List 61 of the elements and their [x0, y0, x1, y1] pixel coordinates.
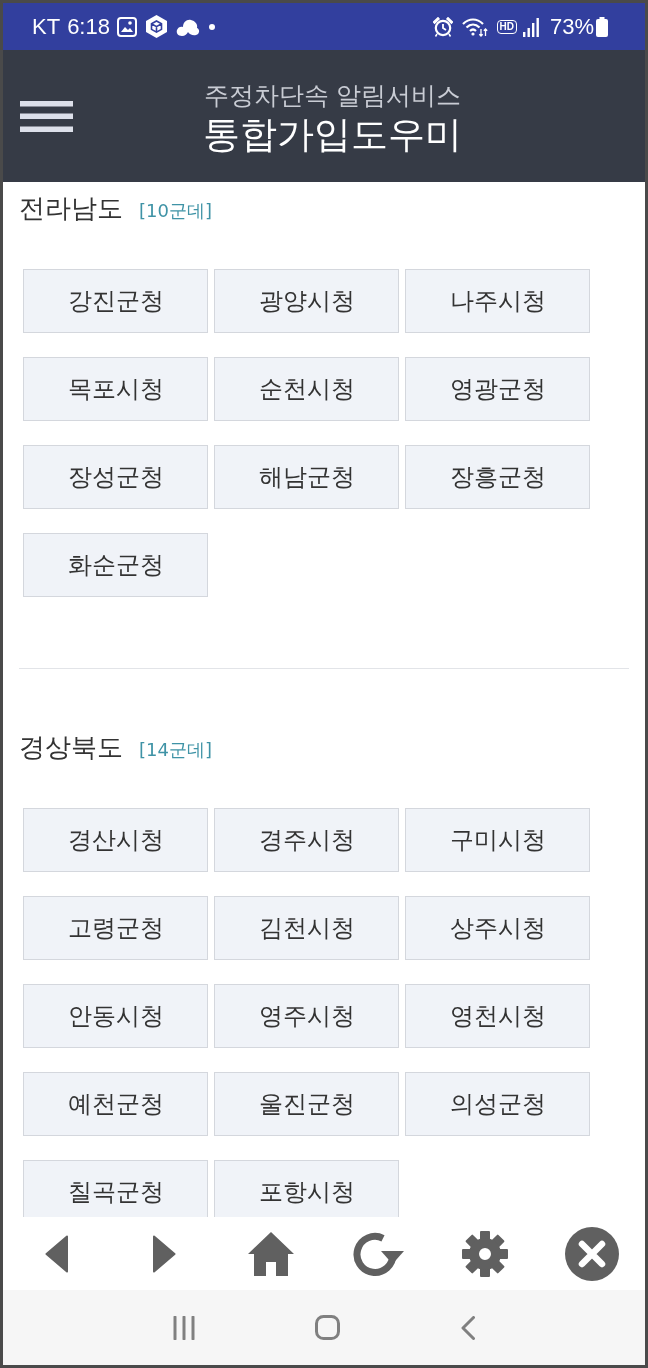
- office-button[interactable]: 안동시청: [23, 984, 208, 1048]
- chevron-left-icon: [460, 1315, 475, 1340]
- left-triangle-icon: [44, 1234, 69, 1273]
- back-nav-button[interactable]: [460, 1315, 475, 1340]
- region-title: 전라남도: [19, 192, 123, 225]
- home-button[interactable]: [247, 1231, 294, 1276]
- office-button[interactable]: 해남군청: [214, 445, 399, 509]
- office-button[interactable]: 경주시청: [214, 808, 399, 872]
- alarm-clock-icon: [432, 16, 453, 37]
- hd-indicator: HD: [496, 19, 517, 34]
- office-button[interactable]: 영천시청: [405, 984, 590, 1048]
- right-triangle-icon: [151, 1234, 176, 1273]
- close-button[interactable]: [564, 1226, 619, 1281]
- office-button[interactable]: 울진군청: [214, 1072, 399, 1136]
- back-button[interactable]: [44, 1234, 69, 1273]
- battery-percent: 73%: [549, 13, 594, 40]
- refresh-button[interactable]: [351, 1231, 404, 1276]
- settings-button[interactable]: [461, 1230, 508, 1277]
- office-button[interactable]: 김천시청: [214, 896, 399, 960]
- rounded-square-icon: [315, 1315, 341, 1340]
- home-nav-button[interactable]: [315, 1315, 341, 1340]
- office-button[interactable]: 장성군청: [23, 445, 208, 509]
- office-button[interactable]: 목포시청: [23, 357, 208, 421]
- cube-icon: [145, 15, 167, 38]
- recent-apps-button[interactable]: [173, 1315, 196, 1340]
- carrier-text: KT: [32, 13, 61, 40]
- clock-text: 6:18: [67, 13, 110, 40]
- office-button[interactable]: 의성군청: [405, 1072, 590, 1136]
- dot-icon: [208, 23, 215, 30]
- office-button[interactable]: 경산시청: [23, 808, 208, 872]
- battery-icon: [596, 16, 608, 37]
- location-count: [10군데]: [139, 199, 212, 223]
- recent-apps-icon: [173, 1315, 196, 1340]
- office-button[interactable]: 예천군청: [23, 1072, 208, 1136]
- office-button[interactable]: 구미시청: [405, 808, 590, 872]
- office-button[interactable]: 장흥군청: [405, 445, 590, 509]
- office-button[interactable]: 상주시청: [405, 896, 590, 960]
- office-button[interactable]: 나주시청: [405, 269, 590, 333]
- location-count: [14군데]: [139, 738, 212, 762]
- office-button[interactable]: 화순군청: [23, 533, 208, 597]
- menu-icon: [20, 100, 73, 132]
- signal-icon: [522, 16, 539, 37]
- refresh-icon: [351, 1231, 404, 1276]
- menu-button[interactable]: [20, 100, 73, 132]
- close-icon: [564, 1226, 619, 1281]
- header-title: 통합가입도우미: [203, 112, 462, 158]
- image-icon: [116, 16, 137, 37]
- office-button[interactable]: 강진군청: [23, 269, 208, 333]
- forward-button[interactable]: [151, 1234, 176, 1273]
- office-button[interactable]: 포항시청: [214, 1160, 399, 1217]
- office-button[interactable]: 광양시청: [214, 269, 399, 333]
- office-button[interactable]: 영광군청: [405, 357, 590, 421]
- house-icon: [247, 1231, 294, 1276]
- wifi-icon: [461, 16, 488, 37]
- office-button[interactable]: 칠곡군청: [23, 1160, 208, 1217]
- office-button[interactable]: 순천시청: [214, 357, 399, 421]
- office-button[interactable]: 영주시청: [214, 984, 399, 1048]
- office-button[interactable]: 고령군청: [23, 896, 208, 960]
- region-title: 경상북도: [19, 731, 123, 764]
- settings-icon: [461, 1230, 508, 1277]
- header-subtitle: 주정차단속 알림서비스: [203, 80, 462, 112]
